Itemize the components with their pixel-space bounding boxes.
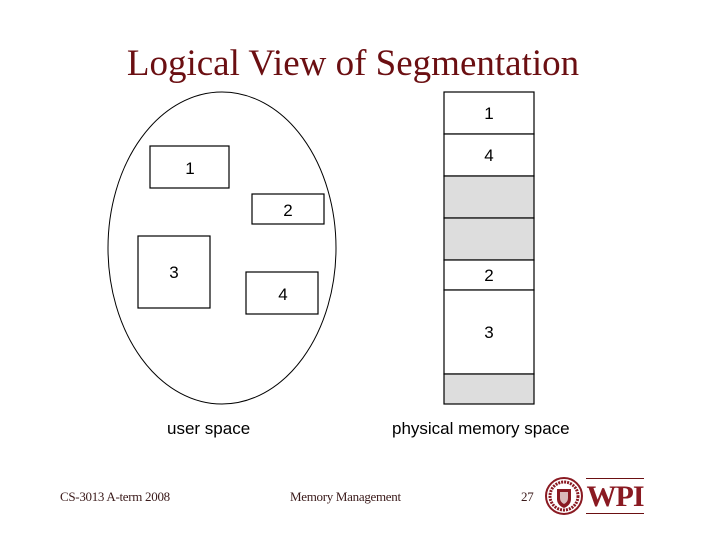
memory-block-rect [443, 217, 535, 261]
memory-block-rect [443, 373, 535, 405]
memory-block-label: 3 [484, 323, 493, 342]
user-segment-1: 1 [149, 145, 230, 189]
memory-segment-4: 4 [443, 133, 535, 177]
memory-free-block [443, 175, 535, 219]
memory-free-block [443, 217, 535, 261]
user-segment-3: 3 [137, 235, 211, 309]
segmentation-diagram: 1 2 3 4 1 4 2 3 [107, 91, 535, 405]
user-space-caption: user space [167, 419, 251, 438]
memory-segment-2: 2 [443, 259, 535, 291]
memory-segment-3: 3 [443, 289, 535, 375]
user-segment-label: 2 [283, 201, 292, 220]
footer-course: CS-3013 A-term 2008 [60, 489, 170, 504]
memory-free-block [443, 373, 535, 405]
page-number: 27 [521, 489, 534, 504]
memory-block-label: 1 [484, 104, 493, 123]
memory-block-rect [443, 175, 535, 219]
user-segment-label: 3 [169, 263, 178, 282]
user-segment-label: 1 [185, 159, 194, 178]
slide: Logical View of Segmentation 1 2 3 4 142… [0, 0, 720, 540]
memory-block-label: 2 [484, 266, 493, 285]
physical-memory-caption: physical memory space [392, 419, 570, 438]
user-segment-label: 4 [278, 285, 287, 304]
user-segment-4: 4 [245, 271, 319, 315]
wpi-logo-text: WPI [586, 478, 645, 514]
physical-memory-column: 1 4 2 3 [443, 91, 535, 405]
wpi-seal-icon [545, 477, 583, 515]
user-segment-2: 2 [251, 193, 325, 225]
footer-topic: Memory Management [290, 489, 401, 504]
memory-block-label: 4 [484, 146, 493, 165]
memory-segment-1: 1 [443, 91, 535, 135]
